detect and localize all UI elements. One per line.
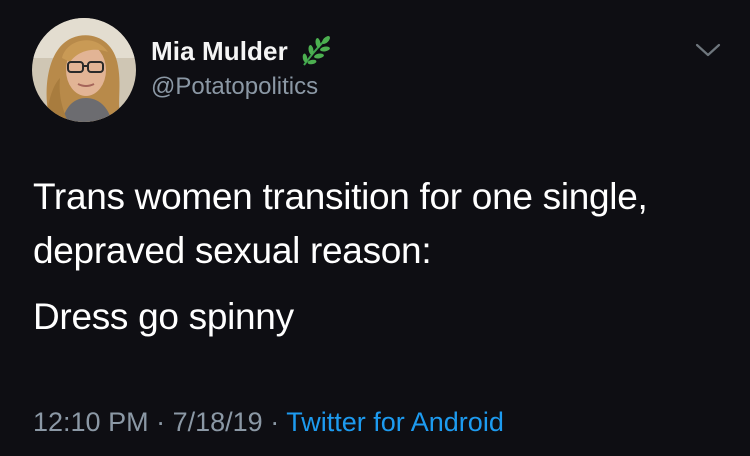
tweet-time[interactable]: 12:10 PM bbox=[33, 407, 149, 437]
avatar[interactable] bbox=[32, 18, 136, 122]
chevron-down-icon[interactable] bbox=[694, 40, 722, 60]
meta-separator: · bbox=[270, 407, 280, 437]
tweet-text-paragraph: Dress go spinny bbox=[33, 296, 294, 337]
tweet-text-line: Trans women transition for one single, bbox=[33, 176, 648, 217]
avatar-photo bbox=[32, 18, 136, 122]
tweet-text-line: depraved sexual reason: bbox=[33, 230, 432, 271]
leaf-icon bbox=[296, 31, 336, 71]
tweet-date[interactable]: 7/18/19 bbox=[173, 407, 263, 437]
author-name-row: Mia Mulder bbox=[151, 34, 336, 68]
author-handle[interactable]: @Potatopolitics bbox=[151, 73, 318, 101]
author-display-name[interactable]: Mia Mulder bbox=[151, 36, 288, 67]
meta-separator: · bbox=[156, 407, 166, 437]
tweet-source-link[interactable]: Twitter for Android bbox=[286, 407, 504, 437]
tweet-card: Mia Mulder @Potatopolitics Trans women t… bbox=[0, 0, 750, 456]
tweet-text: Trans women transition for one single, d… bbox=[33, 170, 733, 344]
tweet-metadata: 12:10 PM · 7/18/19 · Twitter for Android bbox=[33, 407, 504, 438]
